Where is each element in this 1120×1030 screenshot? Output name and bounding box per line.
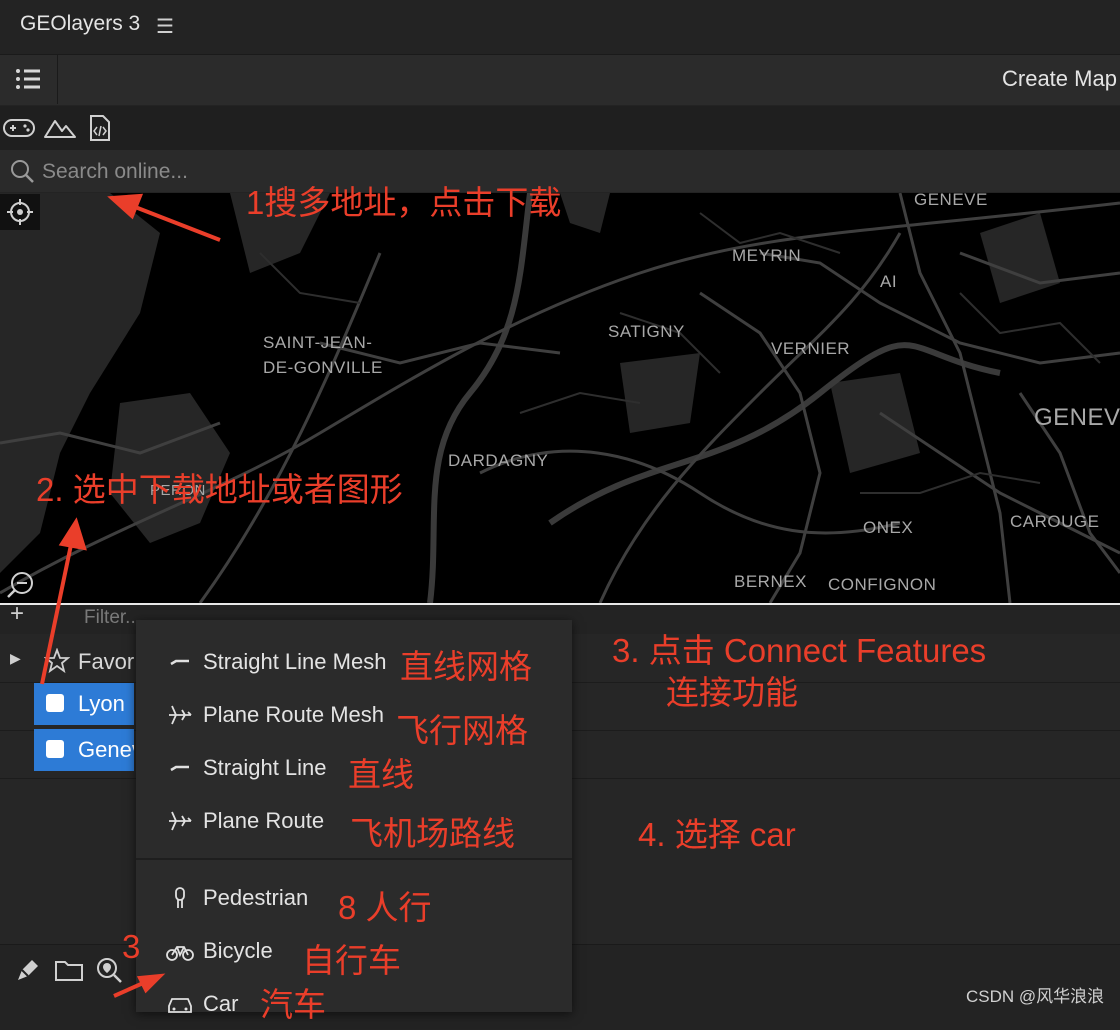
annotation-car: 汽车 xyxy=(260,986,326,1023)
annotation-step3-subtitle: 连接功能 xyxy=(666,674,798,711)
annotation-plane-route: 飞机场路线 xyxy=(350,815,515,852)
annotation-straight-line: 直线 xyxy=(348,756,414,793)
annotation-step-number: 3 xyxy=(122,928,141,965)
annotation-plane-route-mesh: 飞行网格 xyxy=(396,712,528,749)
watermark: CSDN @风华浪浪 xyxy=(966,987,1105,1006)
annotation-pedestrian: 8 人行 xyxy=(338,889,432,926)
annotation-step4: 4. 选择 car xyxy=(638,816,796,853)
annotation-bicycle: 自行车 xyxy=(302,942,401,979)
annotation-step3: 3. 点击 Connect Features xyxy=(612,632,987,669)
annotation-step1: 1搜多地址，点击下载 xyxy=(246,184,562,221)
annotation-step2: 2. 选中下载地址或者图形 xyxy=(36,471,403,508)
annotation-straight-line-mesh: 直线网格 xyxy=(400,648,532,685)
